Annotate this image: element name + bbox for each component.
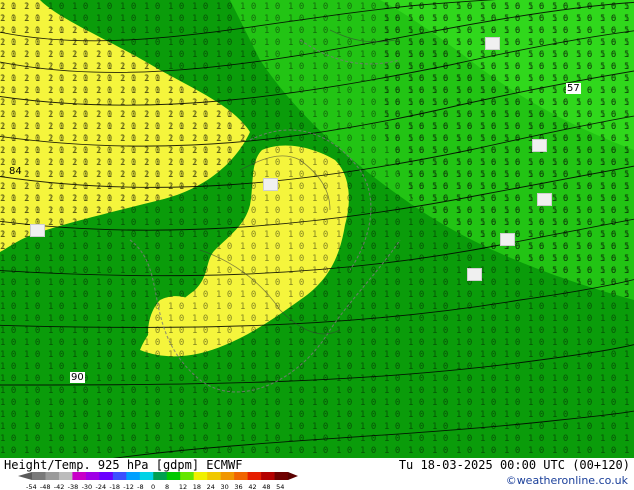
colorbar-swatch — [234, 472, 248, 480]
colorbar-swatch — [85, 472, 100, 480]
station-marker — [500, 233, 515, 246]
colorbar-tick-label: -38 — [68, 483, 79, 490]
colorbar-tick-label: 24 — [207, 483, 215, 490]
colorbar-tick-label: 8 — [165, 483, 169, 490]
colorbar-tick-label: -24 — [95, 483, 106, 490]
colorbar-tick-label: -8 — [137, 483, 143, 490]
colorbar-swatch — [139, 472, 154, 480]
colorbar-tick-label: 18 — [193, 483, 201, 490]
station-marker — [30, 224, 45, 237]
colorbar-swatch — [261, 472, 275, 480]
colorbar-tick-label: 0 — [151, 483, 155, 490]
colorbar-tick-label: -42 — [54, 483, 65, 490]
map-footer: Height/Temp. 925 hPa [gdpm] ECMWF Tu 18-… — [0, 458, 634, 490]
colorbar-swatch — [99, 472, 114, 480]
colorbar-swatch — [274, 472, 289, 480]
colorbar-swatch — [112, 472, 127, 480]
colorbar-tick-label: 12 — [179, 483, 187, 490]
colorbar-swatch — [72, 472, 87, 480]
colorbar-swatch — [58, 472, 73, 480]
colorbar: -54 -48 -42 -38 -30 -24 -18 -12 -8 0 8 12 18 24 30 36 42… — [18, 472, 298, 490]
colorbar-tick-label: -18 — [109, 483, 120, 490]
colorbar-swatch — [166, 472, 181, 480]
valid-time: Tu 18-03-2025 00:00 UTC (00+120) — [398, 458, 630, 472]
colorbar-swatch — [207, 472, 221, 480]
colorbar-tick-label: -54 — [26, 483, 37, 490]
colorbar-swatch — [247, 472, 262, 480]
credit-link[interactable]: ©weatheronline.co.uk — [506, 474, 628, 487]
colorbar-swatch — [193, 472, 208, 480]
colorbar-swatch — [180, 472, 194, 480]
colorbar-tick-label: 42 — [248, 483, 256, 490]
colorbar-left-arrow — [18, 472, 32, 480]
contour-label: 57 — [566, 83, 581, 94]
contour-label: 90 — [70, 372, 85, 383]
colorbar-tick-label: 36 — [234, 483, 242, 490]
colorbar-right-arrow — [288, 472, 298, 480]
station-marker — [263, 178, 278, 191]
colorbar-tick-label: 48 — [262, 483, 270, 490]
station-marker — [537, 193, 552, 206]
colorbar-tick-label: -30 — [82, 483, 93, 490]
colorbar-tick-label: 54 — [276, 483, 284, 490]
station-marker — [532, 139, 547, 152]
station-marker — [467, 268, 482, 281]
colorbar-tick-label: -48 — [40, 483, 51, 490]
station-marker — [485, 37, 500, 50]
colorbar-swatch — [45, 472, 60, 480]
colorbar-swatch — [220, 472, 235, 480]
weather-map: 2 1 5 6 1 0 — [0, 0, 634, 458]
colorbar-swatch — [32, 472, 46, 480]
colorbar-swatch — [126, 472, 141, 480]
colorbar-swatch — [153, 472, 168, 480]
map-canvas: 2 1 5 6 1 0 — [0, 0, 634, 458]
colorbar-tick-label: -12 — [123, 483, 134, 490]
contour-label: 84 — [8, 166, 23, 177]
colorbar-tick-label: 30 — [221, 483, 229, 490]
